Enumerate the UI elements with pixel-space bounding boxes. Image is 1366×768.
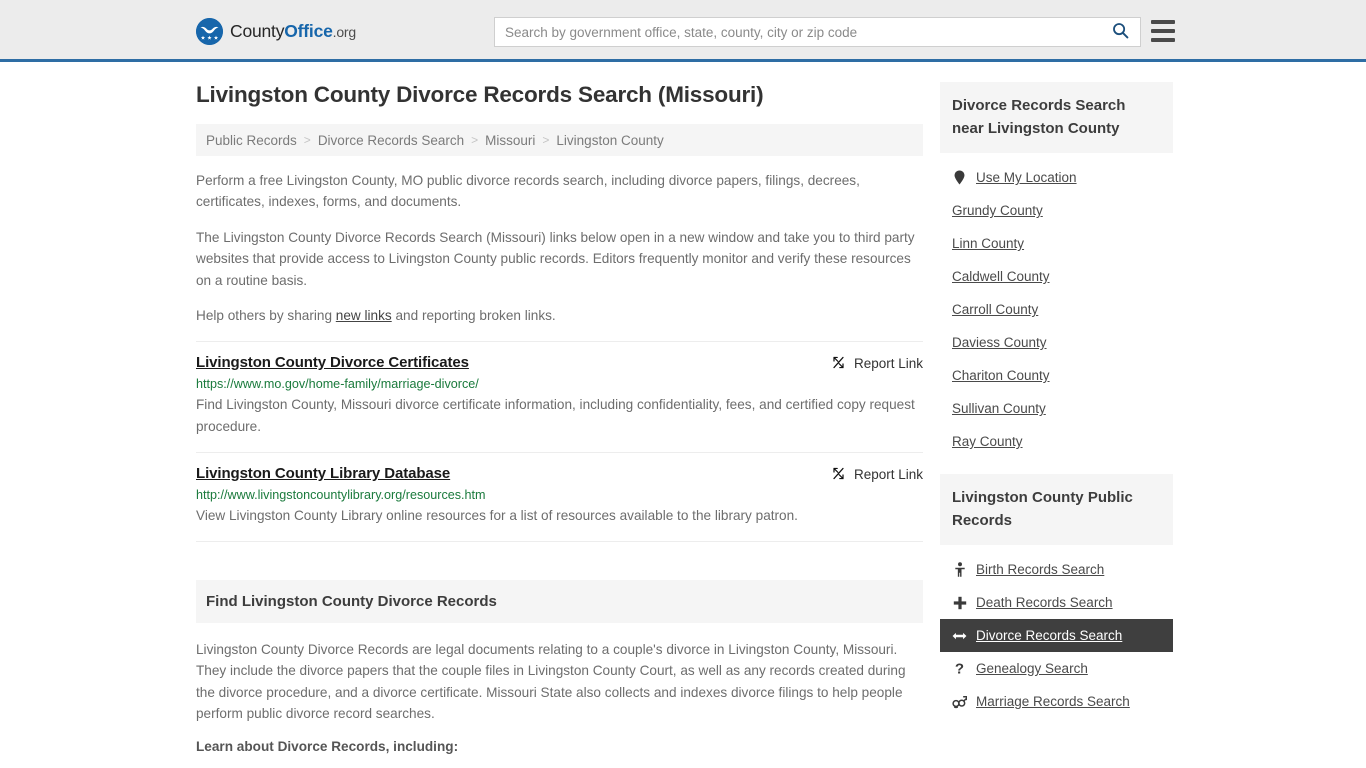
sidebar-item-label: Ray County bbox=[952, 434, 1023, 449]
sidebar-item-daviess-county[interactable]: Daviess County bbox=[940, 326, 1173, 359]
report-link-button[interactable]: Report Link bbox=[831, 354, 923, 373]
search-icon bbox=[1112, 22, 1129, 42]
share-prefix: Help others by sharing bbox=[196, 308, 336, 324]
section-paragraph: Livingston County Divorce Records are le… bbox=[196, 641, 906, 722]
breadcrumb: Public Records > Divorce Records Search … bbox=[196, 124, 923, 156]
breadcrumb-item-public-records[interactable]: Public Records bbox=[206, 133, 297, 148]
link-entry-header: Livingston County Library Database Repor… bbox=[196, 465, 923, 484]
sidebar-item-label: Grundy County bbox=[952, 203, 1043, 218]
report-link-button[interactable]: Report Link bbox=[831, 465, 923, 484]
sidebar-item-divorce-records-search[interactable]: Divorce Records Search bbox=[940, 619, 1173, 652]
sidebar-item-birth-records-search[interactable]: Birth Records Search bbox=[940, 553, 1173, 586]
learn-about-list: Where to get Livingston County Divorce R… bbox=[196, 762, 923, 768]
sidebar-item-use-my-location[interactable]: Use My Location bbox=[940, 161, 1173, 194]
share-suffix: and reporting broken links. bbox=[391, 308, 556, 324]
baby-icon bbox=[952, 562, 967, 577]
sidebar-item-marriage-records-search[interactable]: Marriage Records Search bbox=[940, 685, 1173, 718]
sidebar-item-grundy-county[interactable]: Grundy County bbox=[940, 194, 1173, 227]
sidebar-item-label: Marriage Records Search bbox=[976, 694, 1130, 709]
breadcrumb-separator-icon: > bbox=[542, 133, 550, 147]
sidebar-item-label: Birth Records Search bbox=[976, 562, 1105, 577]
link-entry-header: Livingston County Divorce Certificates R… bbox=[196, 354, 923, 373]
list-item: Where to get Livingston County Divorce R… bbox=[226, 762, 923, 768]
sidebar: Divorce Records Search near Livingston C… bbox=[940, 82, 1173, 734]
breadcrumb-item-missouri[interactable]: Missouri bbox=[485, 133, 535, 148]
unlink-icon bbox=[831, 466, 846, 484]
content-wrapper: Livingston County Divorce Records Search… bbox=[196, 62, 1181, 768]
sidebar-item-label: Genealogy Search bbox=[976, 661, 1088, 676]
panel-heading: Divorce Records Search near Livingston C… bbox=[940, 82, 1173, 153]
main-column: Livingston County Divorce Records Search… bbox=[196, 82, 923, 768]
section-heading: Find Livingston County Divorce Records bbox=[196, 579, 923, 623]
breadcrumb-separator-icon: > bbox=[471, 133, 479, 147]
page-body: Livingston County Divorce Records Search… bbox=[0, 62, 1366, 768]
intro-paragraph-2: The Livingston County Divorce Records Se… bbox=[196, 229, 915, 288]
panel-public-records: Livingston County Public Records Birth R… bbox=[940, 474, 1173, 718]
panel-nearby-counties: Divorce Records Search near Livingston C… bbox=[940, 82, 1173, 458]
sidebar-item-label: Daviess County bbox=[952, 335, 1047, 350]
link-entry-url[interactable]: https://www.mo.gov/home-family/marriage-… bbox=[196, 377, 923, 391]
sidebar-item-label: Chariton County bbox=[952, 368, 1050, 383]
sidebar-item-label: Use My Location bbox=[976, 170, 1077, 185]
map-pin-icon bbox=[952, 170, 967, 185]
breadcrumb-item-divorce-records-search[interactable]: Divorce Records Search bbox=[318, 133, 464, 148]
logo-text-county: County bbox=[230, 21, 285, 41]
svg-text:?: ? bbox=[955, 661, 964, 676]
logo-text-office: Office bbox=[284, 21, 333, 41]
mars-venus-icon bbox=[952, 695, 967, 709]
cross-plus-icon bbox=[952, 596, 967, 610]
intro-paragraph-1: Perform a free Livingston County, MO pub… bbox=[196, 173, 860, 210]
breadcrumb-separator-icon: > bbox=[303, 133, 311, 147]
link-entry-description: View Livingston County Library online re… bbox=[196, 507, 798, 523]
link-entry: Livingston County Library Database Repor… bbox=[196, 453, 923, 542]
link-entry-url[interactable]: http://www.livingstoncountylibrary.org/r… bbox=[196, 488, 923, 502]
link-entry-title[interactable]: Livingston County Library Database bbox=[196, 465, 450, 482]
sidebar-item-label: Divorce Records Search bbox=[976, 628, 1123, 643]
sidebar-item-label: Sullivan County bbox=[952, 401, 1046, 416]
section-body: Livingston County Divorce Records are le… bbox=[196, 623, 923, 768]
sidebar-item-carroll-county[interactable]: Carroll County bbox=[940, 293, 1173, 326]
sidebar-item-chariton-county[interactable]: Chariton County bbox=[940, 359, 1173, 392]
report-link-label: Report Link bbox=[853, 356, 923, 372]
logo-text-org: .org bbox=[332, 24, 357, 40]
search-bar[interactable] bbox=[494, 17, 1141, 47]
sidebar-item-linn-county[interactable]: Linn County bbox=[940, 227, 1173, 260]
sidebar-item-sullivan-county[interactable]: Sullivan County bbox=[940, 392, 1173, 425]
learn-about-heading: Learn about Divorce Records, including: bbox=[196, 738, 459, 754]
sidebar-item-label: Death Records Search bbox=[976, 595, 1113, 610]
sidebar-item-death-records-search[interactable]: Death Records Search bbox=[940, 586, 1173, 619]
sidebar-item-caldwell-county[interactable]: Caldwell County bbox=[940, 260, 1173, 293]
sidebar-item-label: Carroll County bbox=[952, 302, 1039, 317]
link-entry: Livingston County Divorce Certificates R… bbox=[196, 340, 923, 453]
link-entry-description: Find Livingston County, Missouri divorce… bbox=[196, 396, 915, 434]
logo-wordmark: CountyOffice.org bbox=[230, 21, 356, 42]
eagle-crest-icon bbox=[196, 18, 223, 45]
nearby-county-list: Use My Location Grundy County Linn Count… bbox=[940, 153, 1173, 458]
breadcrumb-item-livingston-county[interactable]: Livingston County bbox=[556, 133, 663, 148]
search-input[interactable] bbox=[495, 18, 1100, 46]
report-link-label: Report Link bbox=[853, 467, 923, 483]
share-paragraph: Help others by sharing new links and rep… bbox=[196, 305, 923, 326]
unlink-icon bbox=[831, 355, 846, 373]
hamburger-menu-icon[interactable] bbox=[1151, 20, 1175, 42]
arrows-horizontal-icon bbox=[952, 630, 967, 642]
sidebar-item-label: Linn County bbox=[952, 236, 1025, 251]
sidebar-item-label: Caldwell County bbox=[952, 269, 1050, 284]
site-logo[interactable]: CountyOffice.org bbox=[196, 18, 356, 45]
question-mark-icon: ? bbox=[952, 661, 967, 676]
site-header: CountyOffice.org bbox=[0, 0, 1366, 62]
public-records-list: Birth Records Search Death Records Searc… bbox=[940, 545, 1173, 718]
sidebar-item-ray-county[interactable]: Ray County bbox=[940, 425, 1173, 458]
search-button[interactable] bbox=[1100, 18, 1140, 46]
new-links-link[interactable]: new links bbox=[336, 308, 392, 323]
page-title: Livingston County Divorce Records Search… bbox=[196, 82, 764, 107]
panel-heading: Livingston County Public Records bbox=[940, 474, 1173, 545]
link-entry-title[interactable]: Livingston County Divorce Certificates bbox=[196, 354, 469, 371]
sidebar-item-genealogy-search[interactable]: ? Genealogy Search bbox=[940, 652, 1173, 685]
